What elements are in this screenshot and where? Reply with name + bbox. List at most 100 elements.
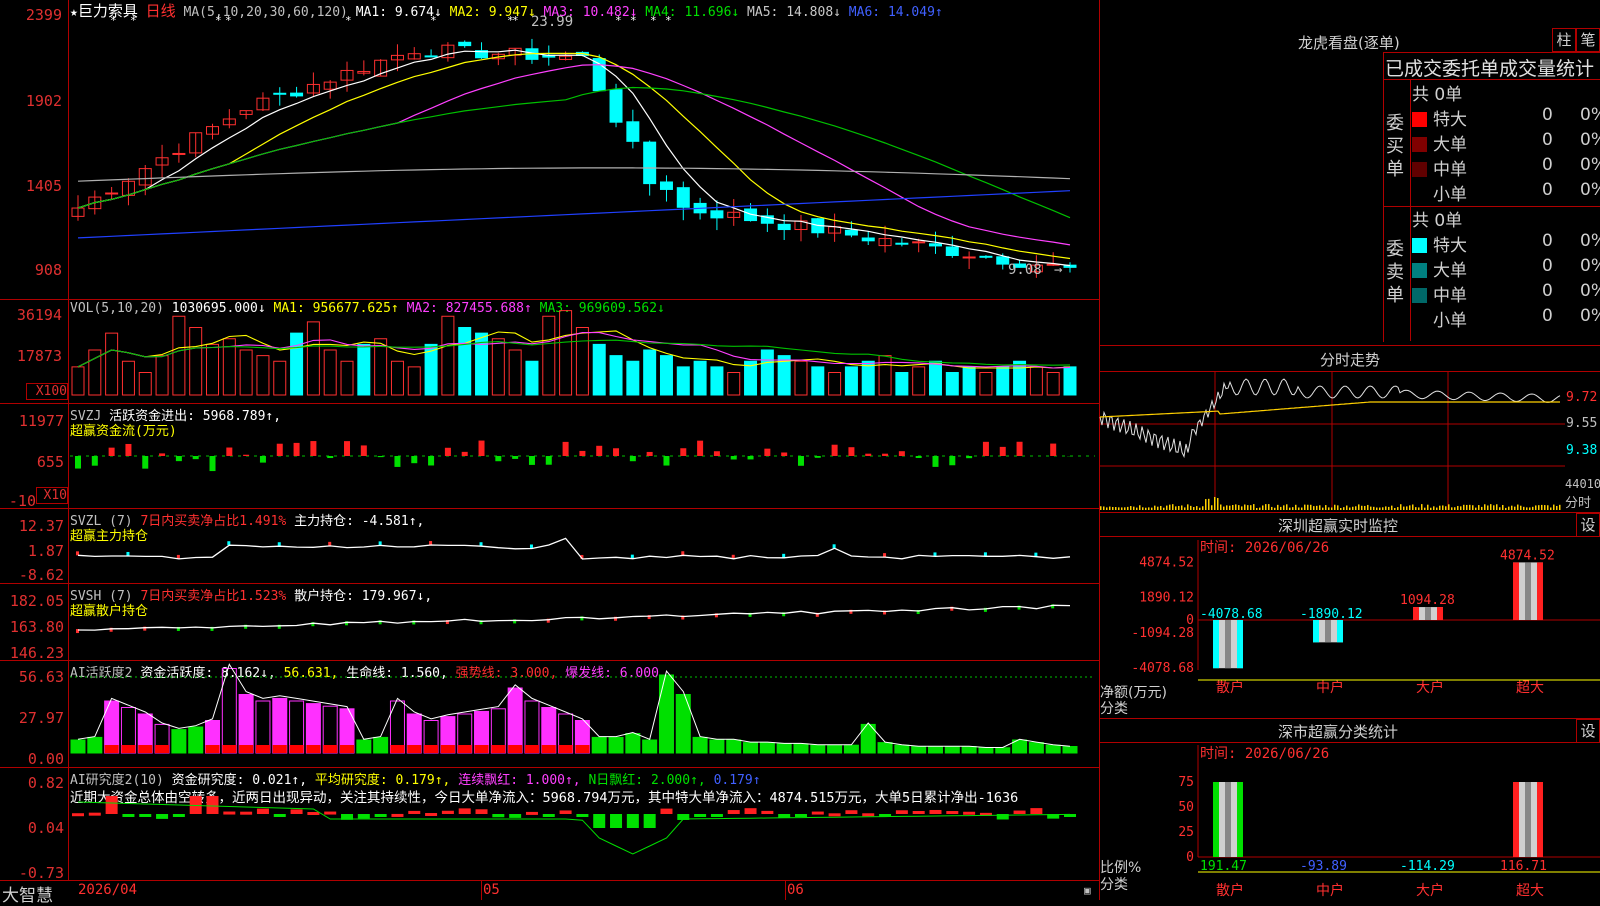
- ai-research-chart[interactable]: [0, 768, 1100, 880]
- fenshi-vol-bar: [1559, 505, 1561, 510]
- candlestick-chart[interactable]: ************: [0, 0, 1100, 299]
- volume-bar: [997, 367, 1009, 395]
- date-divider: [785, 880, 786, 900]
- fenshi-vol-bar: [1472, 505, 1474, 510]
- flow-bar: [781, 452, 787, 456]
- research-bar: [375, 814, 387, 817]
- price-line: [1100, 379, 1560, 457]
- research-bar: [543, 814, 555, 817]
- flow-bar: [714, 451, 720, 456]
- research-bar: [929, 810, 941, 814]
- activity-bar: [1063, 747, 1077, 754]
- volume-bar: [829, 373, 841, 396]
- ai-active-chart[interactable]: [0, 661, 1100, 767]
- bar-edge-left: [1313, 620, 1319, 642]
- signal-star: *: [430, 14, 437, 27]
- fenshi-vol-bar: [1232, 505, 1234, 510]
- candle-body: [173, 153, 185, 154]
- activity-base: [424, 745, 438, 753]
- bar-edge-left: [1213, 782, 1219, 857]
- volume-bar: [358, 344, 370, 395]
- research-bar: [728, 810, 740, 814]
- monitor-bar-chart[interactable]: -4078.68散户-1890.12中户1094.28大户4874.52超大48…: [1100, 540, 1600, 715]
- category-label: 大户: [1416, 679, 1444, 696]
- activity-bar: [777, 744, 791, 753]
- research-bar: [1014, 811, 1026, 814]
- flow-bar: [378, 456, 384, 457]
- signal-star: *: [630, 14, 637, 27]
- fenshi-vol-bar: [1442, 505, 1444, 510]
- research-bar: [576, 814, 588, 817]
- fenshi-vol-bar: [1280, 507, 1282, 510]
- volume-chart[interactable]: [0, 300, 1100, 403]
- category-label: 散户: [1216, 882, 1244, 899]
- lhb-header-top: [1383, 52, 1600, 53]
- order-size-label: 特大: [1433, 110, 1467, 130]
- fenshi-vol-bar: [1187, 504, 1189, 510]
- fenshi-vol-bar: [1328, 507, 1330, 510]
- fenshi-vol-bar: [1223, 507, 1225, 510]
- flow-bar: [193, 456, 199, 459]
- stats-tick: 75: [1178, 775, 1194, 790]
- activity-base: [475, 745, 489, 753]
- order-count: 0: [1542, 180, 1553, 200]
- activity-base: [290, 745, 304, 753]
- flow-bar: [932, 456, 938, 467]
- activity-base: [256, 745, 270, 753]
- research-bar: [660, 809, 672, 814]
- fenshi-vol-bar: [1289, 508, 1291, 510]
- flow-bar: [1050, 444, 1056, 456]
- fenshi-vol-bar: [1349, 508, 1351, 510]
- candle-body: [644, 142, 656, 183]
- activity-bar: [811, 745, 825, 753]
- candle-body: [896, 243, 908, 244]
- candle-body: [980, 256, 992, 257]
- volume-bar: [795, 361, 807, 395]
- svzl-chart[interactable]: [0, 509, 1100, 583]
- fenshi-title: 分时走势: [1320, 349, 1380, 370]
- research-bar: [560, 810, 572, 814]
- volume-bar: [576, 328, 588, 396]
- research-bar: [492, 814, 504, 817]
- fenshi-vol-bar: [1397, 507, 1399, 510]
- fenshi-vol-bar: [1514, 507, 1516, 510]
- fenshi-vol-bar: [1436, 508, 1438, 510]
- candle-body: [913, 242, 925, 243]
- svzj-chart[interactable]: [0, 404, 1100, 508]
- tab-tick[interactable]: 笔: [1576, 28, 1600, 52]
- fenshi-vol-bar: [1412, 505, 1414, 510]
- volume-bar: [122, 361, 134, 395]
- tab-bar[interactable]: 柱: [1552, 28, 1576, 52]
- stats-settings-button[interactable]: 设: [1576, 719, 1600, 743]
- fenshi-vol-bar: [1541, 505, 1543, 510]
- activity-base: [559, 745, 573, 753]
- activity-bar: [88, 737, 102, 753]
- monitor-settings-button[interactable]: 设: [1576, 513, 1600, 537]
- fenshi-vol-bar: [1415, 507, 1417, 510]
- volume-bar: [526, 361, 538, 395]
- volume-bar: [946, 373, 958, 396]
- volume-bar: [963, 367, 975, 395]
- stats-bar-chart[interactable]: 191.47散户-93.89中户-114.29大户116.71超大7550250: [1100, 745, 1600, 900]
- bar-center: [1225, 620, 1231, 668]
- category-label: 中户: [1316, 882, 1344, 899]
- research-bar: [761, 811, 773, 814]
- lhb-header: 已成交委托单成交量统计: [1385, 54, 1594, 81]
- order-count: 0: [1542, 155, 1553, 175]
- research-bar: [307, 812, 319, 815]
- fenshi-vol-bar: [1211, 505, 1213, 510]
- fenshi-vol-bar: [1286, 504, 1288, 510]
- fenshi-vol-bar: [1172, 504, 1174, 510]
- activity-bar: [172, 730, 186, 753]
- research-bar: [425, 813, 437, 816]
- fenshi-vol-bar: [1238, 505, 1240, 510]
- signal-star: *: [110, 14, 117, 27]
- fenshi-vol-tick: 44010: [1565, 477, 1600, 491]
- flow-bar: [579, 451, 585, 456]
- fenshi-vol-bar: [1298, 507, 1300, 510]
- fenshi-chart[interactable]: [1100, 372, 1565, 510]
- research-bar: [240, 812, 252, 815]
- svsh-chart[interactable]: [0, 584, 1100, 660]
- lock-icon[interactable]: ▣: [1084, 884, 1091, 897]
- order-count: 0: [1542, 231, 1553, 251]
